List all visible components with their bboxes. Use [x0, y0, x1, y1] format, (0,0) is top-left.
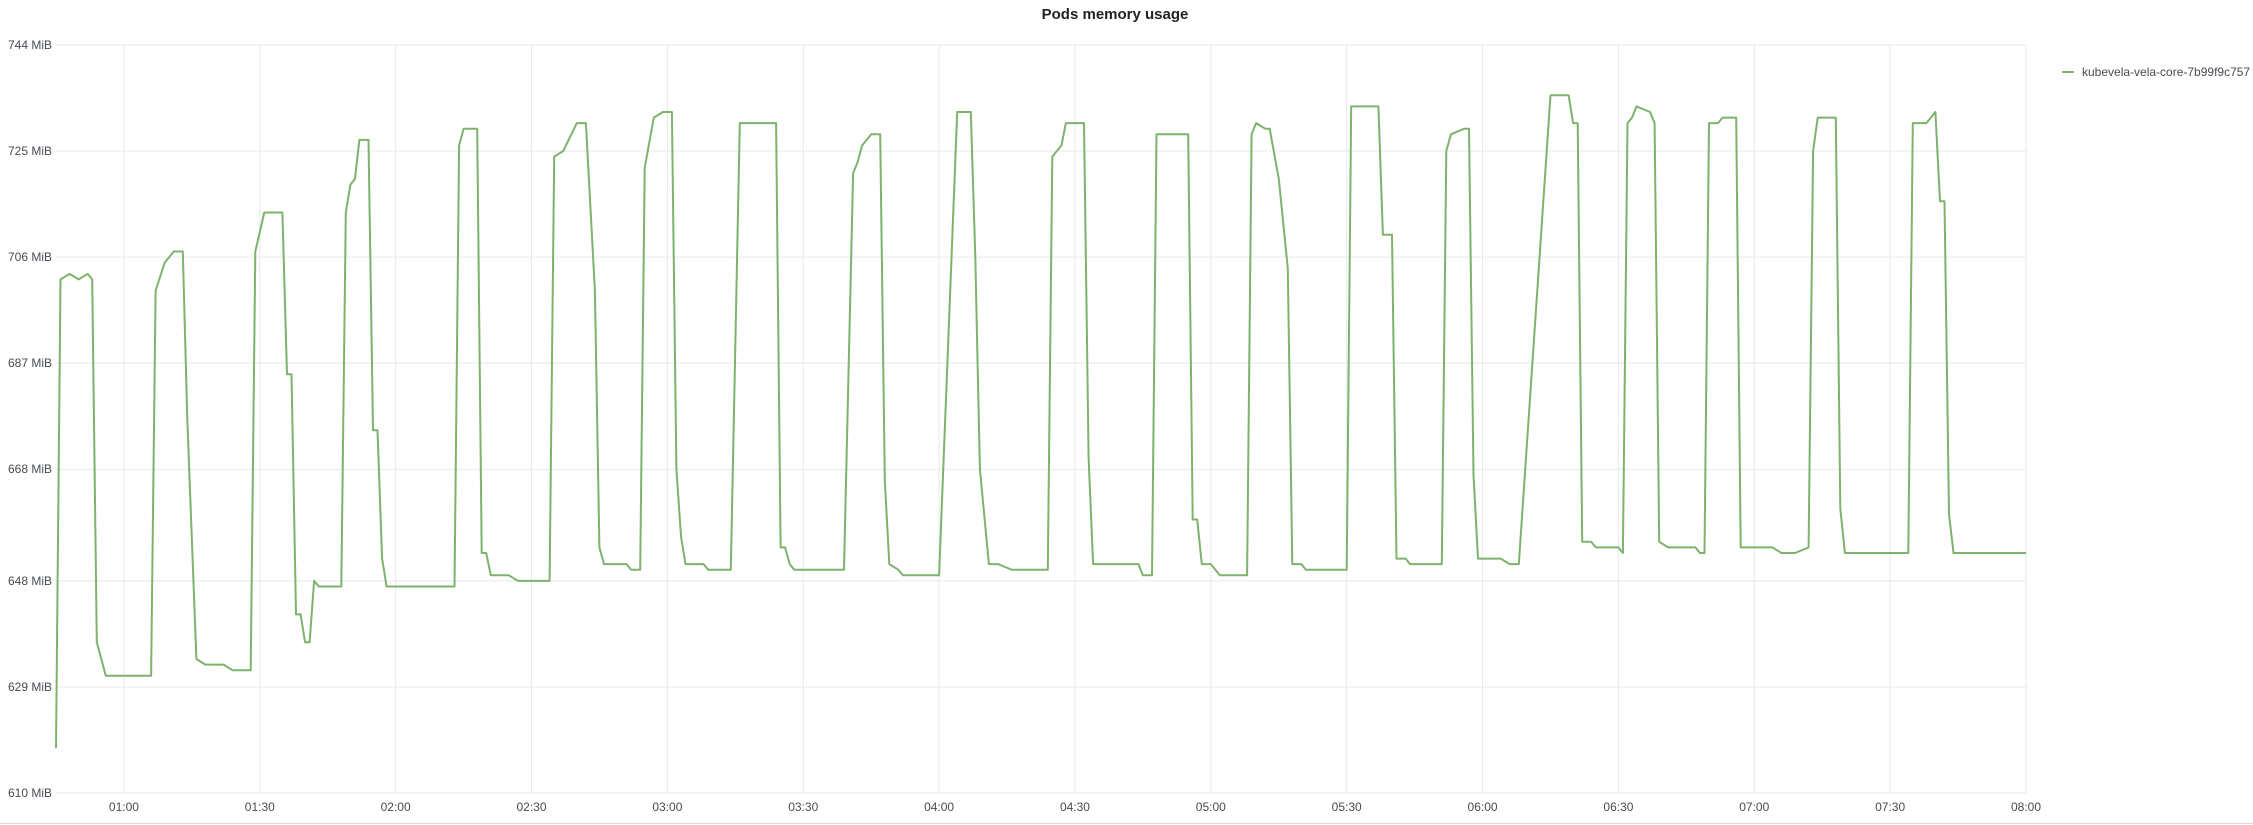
- y-tick-label: 725 MiB: [8, 144, 52, 158]
- panel-bottom-border: [0, 823, 2253, 824]
- x-tick-label: 06:00: [1468, 800, 1498, 814]
- legend[interactable]: kubevela-vela-core-7b99f9c757: [2062, 64, 2253, 79]
- legend-swatch: [2062, 70, 2074, 73]
- x-tick-label: 01:00: [109, 800, 139, 814]
- y-tick-label: 744 MiB: [8, 38, 52, 52]
- x-tick-label: 02:00: [381, 800, 411, 814]
- x-tick-label: 05:00: [1196, 800, 1226, 814]
- y-tick-label: 610 MiB: [8, 786, 52, 800]
- x-tick-label: 07:30: [1875, 800, 1905, 814]
- legend-item-label[interactable]: kubevela-vela-core-7b99f9c757: [2082, 65, 2250, 79]
- y-tick-label: 629 MiB: [8, 680, 52, 694]
- x-tick-label: 04:00: [924, 800, 954, 814]
- y-axis-tick-labels: 610 MiB 629 MiB 648 MiB 668 MiB 687 MiB 706 M…: [8, 38, 52, 800]
- y-tick-label: 648 MiB: [8, 574, 52, 588]
- y-tick-label: 668 MiB: [8, 462, 52, 476]
- x-tick-label: 05:30: [1332, 800, 1362, 814]
- x-tick-label: 04:30: [1060, 800, 1090, 814]
- series-lines: [55, 94, 2026, 749]
- x-tick-label: 03:00: [652, 800, 682, 814]
- x-tick-label: 08:00: [2011, 800, 2041, 814]
- grid-lines: [56, 44, 2027, 794]
- x-tick-label: 02:30: [517, 800, 547, 814]
- x-tick-label: 06:30: [1603, 800, 1633, 814]
- x-tick-label: 03:30: [788, 800, 818, 814]
- series-line[interactable]: [55, 94, 2026, 749]
- x-tick-label: 01:30: [245, 800, 275, 814]
- x-tick-label: 07:00: [1739, 800, 1769, 814]
- x-axis-tick-labels: 01:00 01:30 02:00 02:30 03:00 03:30 04:00 04:30…: [109, 800, 2041, 814]
- y-tick-label: 706 MiB: [8, 250, 52, 264]
- y-tick-label: 687 MiB: [8, 356, 52, 370]
- line-chart: 610 MiB 629 MiB 648 MiB 668 MiB 687 MiB 706 M…: [8, 38, 2041, 814]
